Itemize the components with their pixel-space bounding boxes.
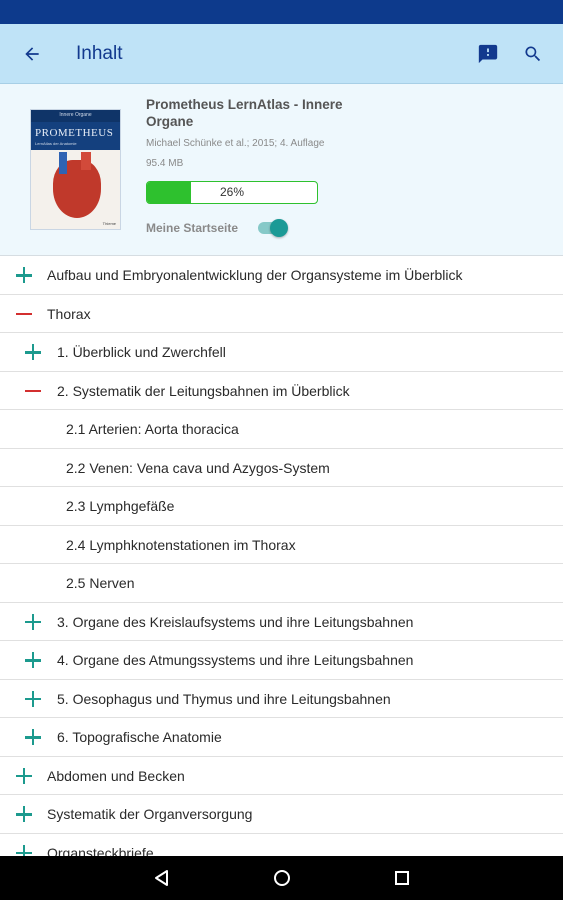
toc-item-label: 3. Organe des Kreislaufsystems und ihre … [57,613,414,630]
cover-publisher: Thieme [102,221,116,226]
toc-item-label: 2.5 Nerven [66,575,135,591]
progress-percent: 26% [219,185,245,199]
toc-item[interactable]: Thorax [0,295,563,333]
cover-brand: PROMETHEUS [35,127,114,139]
page-title: Inhalt [76,43,123,64]
system-nav-bar [0,856,563,900]
expand-icon[interactable] [14,843,34,856]
expand-icon[interactable] [23,650,43,670]
search-icon[interactable] [517,38,549,70]
table-of-contents: Aufbau und Embryonalentwicklung der Orga… [0,256,563,856]
toc-item-label: Organsteckbriefe [47,844,154,857]
toc-item-label: 1. Überblick und Zwerchfell [57,344,226,360]
toc-item-label: 2.4 Lymphknotenstationen im Thorax [66,536,296,553]
startseite-label: Meine Startseite [146,221,239,235]
toc-subitem[interactable]: 2.2 Venen: Vena cava und Azygos-System [0,449,563,487]
toc-item[interactable]: Abdomen und Becken [0,757,563,795]
toc-subitem[interactable]: 2.1 Arterien: Aorta thoracica [0,410,563,449]
toc-item-label: 5. Oesophagus und Thymus und ihre Leitun… [57,690,391,707]
toc-item-label: Thorax [47,305,91,322]
cover-subtitle: LernAtlas der Anatomie [35,141,77,146]
back-triangle-icon[interactable] [150,866,174,890]
book-cover[interactable]: Innere Organe PROMETHEUS LernAtlas der A… [30,109,121,230]
app-bar: Inhalt [0,24,563,84]
toc-subitem[interactable]: 2.4 Lymphknotenstationen im Thorax [0,526,563,564]
toc-item-label: 4. Organe des Atmungssystems und ihre Le… [57,652,414,668]
startseite-toggle[interactable] [258,219,288,237]
toc-item-label: 2. Systematik der Leitungsbahnen im Über… [57,382,350,399]
expand-icon[interactable] [23,689,43,709]
recents-square-icon[interactable] [390,866,414,890]
expand-icon[interactable] [23,727,43,747]
toc-item-label: Systematik der Organversorgung [47,806,253,822]
expand-icon[interactable] [23,612,43,632]
toc-item[interactable]: 2. Systematik der Leitungsbahnen im Über… [0,372,563,410]
toc-item[interactable]: 5. Oesophagus und Thymus und ihre Leitun… [0,680,563,718]
toc-item[interactable]: 3. Organe des Kreislaufsystems und ihre … [0,603,563,641]
book-author: Michael Schünke et al.; 2015; 4. Auflage [146,138,325,149]
toc-item[interactable]: 1. Überblick und Zwerchfell [0,333,563,372]
book-size: 95.4 MB [146,158,184,169]
toc-item-label: Aufbau und Embryonalentwicklung der Orga… [47,267,463,283]
expand-icon[interactable] [23,342,43,362]
toc-item-label: 2.1 Arterien: Aorta thoracica [66,421,239,437]
toc-item-label: 2.2 Venen: Vena cava und Azygos-System [66,459,330,476]
toc-item[interactable]: 4. Organe des Atmungssystems und ihre Le… [0,641,563,680]
toc-item-label: Abdomen und Becken [47,767,185,784]
toc-item-label: 2.3 Lymphgefäße [66,498,175,514]
toc-item[interactable]: Systematik der Organversorgung [0,795,563,834]
vein-illustration [59,152,67,174]
home-circle-icon[interactable] [270,866,294,890]
artery-illustration [81,152,91,170]
toc-item[interactable]: Organsteckbriefe [0,834,563,857]
expand-icon[interactable] [14,265,34,285]
toc-item[interactable]: Aufbau und Embryonalentwicklung der Orga… [0,256,563,295]
download-progress: 26% [146,181,318,204]
cover-band-text: Innere Organe [59,112,92,118]
toc-subitem[interactable]: 2.3 Lymphgefäße [0,487,563,526]
collapse-icon[interactable] [23,381,43,401]
feedback-icon[interactable] [472,38,504,70]
toc-subitem[interactable]: 2.5 Nerven [0,564,563,603]
toc-item-label: 6. Topografische Anatomie [57,729,222,745]
expand-icon[interactable] [14,804,34,824]
arrow-back-icon[interactable] [16,38,48,70]
collapse-icon[interactable] [14,304,34,324]
expand-icon[interactable] [14,766,34,786]
book-title: Prometheus LernAtlas - Innere Organe [146,97,343,129]
toc-item[interactable]: 6. Topografische Anatomie [0,718,563,757]
status-bar [0,0,563,24]
toggle-thumb[interactable] [270,219,288,237]
